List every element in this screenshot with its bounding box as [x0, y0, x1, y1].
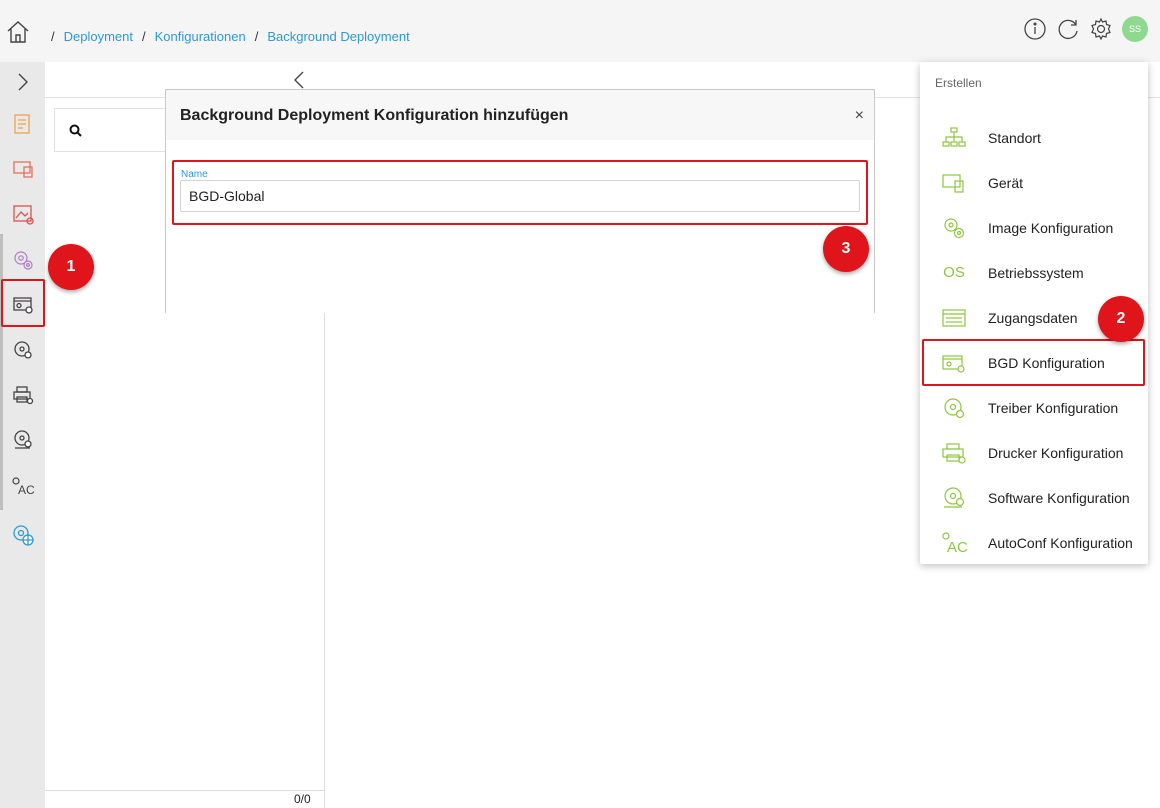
breadcrumb-background-deployment[interactable]: Background Deployment [267, 29, 409, 44]
menu-item-standort[interactable]: Standort [920, 115, 1148, 160]
sitemap-icon [942, 126, 966, 147]
dialog-header: Background Deployment Konfiguration hinz… [166, 90, 874, 140]
globe-gear-icon [12, 525, 34, 546]
menu-item-label: Image Konfiguration [988, 219, 1114, 236]
breadcrumb-deployment[interactable]: Deployment [64, 29, 133, 44]
sidebar-item-software[interactable] [0, 420, 45, 460]
info-icon[interactable] [1023, 17, 1047, 41]
highlight-box-rail [1, 279, 45, 327]
breadcrumb: / Deployment / Konfigurationen / Backgro… [42, 29, 410, 44]
panel-footer-divider [45, 790, 325, 791]
search-box[interactable] [54, 108, 174, 152]
highlight-box-name-field [172, 160, 868, 225]
printer-icon [942, 442, 966, 464]
sidebar-item-drivers[interactable] [0, 330, 45, 370]
step-badge-1: 1 [48, 244, 94, 290]
image-config-gear-icon [13, 251, 33, 270]
menu-header: Erstellen [935, 76, 982, 90]
device-icon [942, 173, 964, 193]
avatar[interactable]: SS [1122, 16, 1148, 42]
menu-item-label: AutoConf Konfiguration [988, 534, 1133, 551]
close-icon[interactable]: × [855, 107, 864, 125]
search-icon [69, 124, 82, 137]
dialog-title: Background Deployment Konfiguration hinz… [180, 107, 569, 124]
sidebar-item-printers[interactable] [0, 375, 45, 415]
expand-sidebar-button[interactable] [0, 62, 45, 102]
step-badge-2: 2 [1098, 296, 1144, 342]
document-icon [13, 114, 30, 134]
menu-item-betriebssystem[interactable]: OS Betriebssystem [920, 250, 1148, 295]
breadcrumb-separator: / [142, 29, 146, 44]
menu-item-treiber-konfiguration[interactable]: Treiber Konfiguration [920, 385, 1148, 430]
sidebar-item-devices[interactable] [0, 149, 45, 189]
home-icon[interactable] [6, 20, 30, 44]
driver-disc-icon [13, 341, 32, 359]
sidebar-item-autoconf[interactable]: AC [0, 467, 45, 507]
menu-item-label: Drucker Konfiguration [988, 444, 1124, 461]
device-icon [12, 161, 33, 178]
header-actions: SS [1023, 16, 1148, 42]
sidebar-item-image-config[interactable] [0, 240, 45, 280]
menu-item-autoconf-konfiguration[interactable]: AC AutoConf Konfiguration [920, 520, 1148, 565]
menu-item-label: Zugangsdaten [988, 309, 1078, 326]
menu-item-label: Software Konfiguration [988, 489, 1130, 506]
sidebar-item-images[interactable] [0, 194, 45, 234]
chevron-right-icon [18, 73, 28, 91]
sidebar-item-documents[interactable] [0, 104, 45, 144]
gear-icon[interactable] [1089, 17, 1113, 41]
printer-icon [12, 386, 33, 405]
menu-item-label: Betriebssystem [988, 264, 1084, 281]
svg-text:AC: AC [947, 539, 967, 555]
step-badge-3: 3 [823, 226, 869, 272]
menu-item-software-konfiguration[interactable]: Software Konfiguration [920, 475, 1148, 520]
driver-disc-icon [944, 397, 965, 418]
menu-item-geraet[interactable]: Gerät [920, 160, 1148, 205]
menu-item-label: Standort [988, 129, 1041, 146]
menu-item-drucker-konfiguration[interactable]: Drucker Konfiguration [920, 430, 1148, 475]
top-bar: / Deployment / Konfigurationen / Backgro… [0, 0, 1160, 62]
menu-item-image-konfiguration[interactable]: Image Konfiguration [920, 205, 1148, 250]
highlight-box-menu-item [922, 339, 1145, 386]
credentials-icon [942, 308, 966, 327]
software-disc-icon [944, 486, 965, 508]
image-icon [12, 205, 34, 225]
breadcrumb-separator: / [254, 29, 259, 44]
menu-item-label: Gerät [988, 174, 1024, 191]
menu-item-label: Treiber Konfiguration [988, 399, 1119, 416]
autoconf-icon: AC [942, 531, 967, 555]
chevron-left-icon[interactable] [290, 70, 310, 90]
os-icon: OS [943, 264, 965, 281]
icon-rail: AC [0, 62, 45, 808]
sidebar-item-global-settings[interactable] [0, 515, 45, 555]
software-disc-icon [13, 430, 32, 449]
item-count: 0/0 [294, 792, 311, 806]
breadcrumb-konfigurationen[interactable]: Konfigurationen [155, 29, 246, 44]
svg-text:AC: AC [18, 483, 35, 497]
breadcrumb-separator: / [51, 29, 55, 44]
refresh-icon[interactable] [1056, 17, 1080, 41]
autoconf-icon: AC [11, 477, 35, 497]
gear-cluster-icon [944, 217, 965, 238]
